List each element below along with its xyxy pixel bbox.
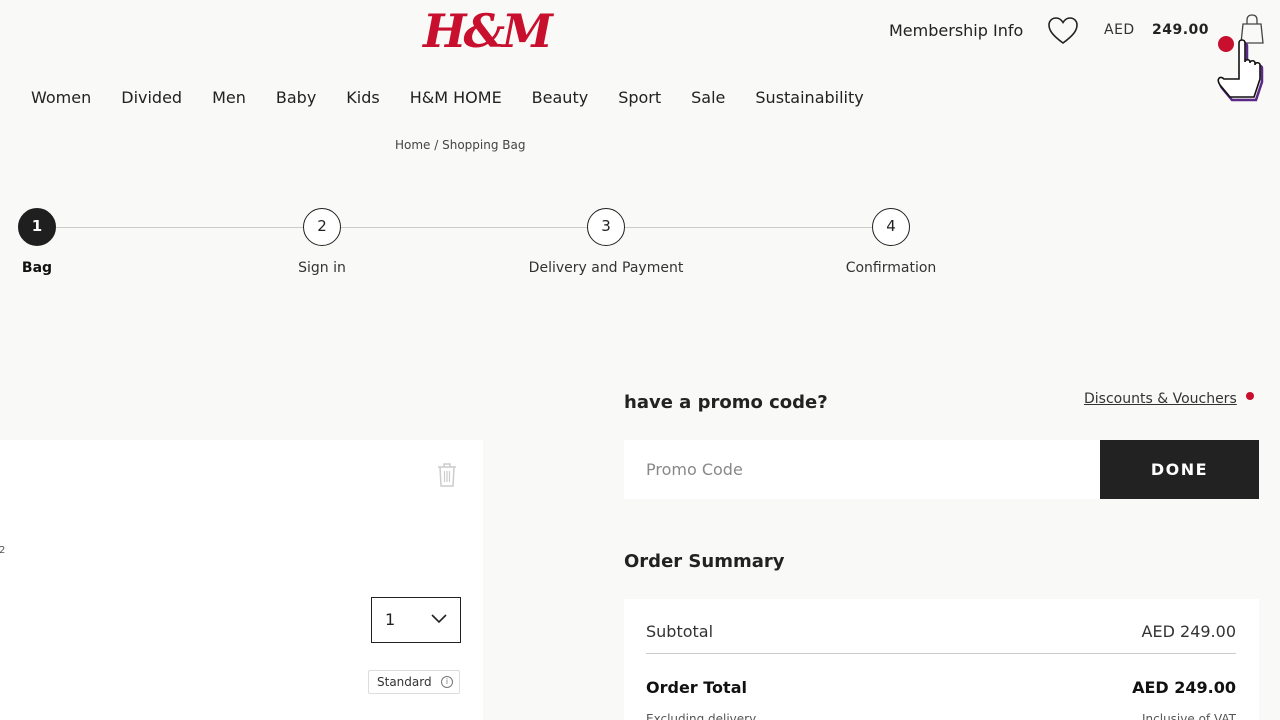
subtotal-value: AED 249.00 (1141, 622, 1236, 641)
step-2-circle: 2 (303, 208, 341, 246)
step-connector (56, 227, 304, 228)
info-icon[interactable]: i (441, 676, 453, 688)
nav-item-divided[interactable]: Divided (121, 87, 182, 109)
breadcrumb-home-link[interactable]: Home (395, 138, 430, 152)
step-1-label: Bag (21, 260, 53, 276)
nav-item-hm-home[interactable]: H&M HOME (410, 87, 502, 109)
step-3-label: Delivery and Payment (528, 260, 684, 276)
nav-item-baby[interactable]: Baby (276, 87, 316, 109)
step-3-circle: 3 (587, 208, 625, 246)
quantity-value: 1 (385, 610, 396, 629)
bag-total-amount: 249.00 (1152, 22, 1210, 38)
breadcrumb-separator: / (430, 138, 443, 152)
promo-code-heading: have a promo code? (624, 392, 828, 413)
step-4-label: Confirmation (845, 260, 937, 276)
breadcrumb-current: Shopping Bag (442, 138, 526, 152)
product-detail-text: 2 (0, 545, 6, 556)
nav-item-sport[interactable]: Sport (618, 87, 661, 109)
done-button[interactable]: DONE (1100, 440, 1259, 499)
notification-dot (1246, 392, 1254, 400)
chevron-down-icon (431, 614, 447, 624)
quantity-select[interactable]: 1 (371, 597, 461, 643)
promo-code-input[interactable] (624, 440, 1100, 499)
trash-icon[interactable] (436, 462, 458, 488)
order-summary-heading: Order Summary (624, 551, 785, 572)
nav-item-sustainability[interactable]: Sustainability (755, 87, 863, 109)
delivery-type-badge: Standard i (368, 670, 460, 694)
order-summary-box (624, 599, 1259, 720)
summary-divider (646, 653, 1236, 654)
step-1-circle: 1 (18, 208, 56, 246)
heart-icon[interactable] (1046, 15, 1080, 47)
order-total-label: Order Total (646, 678, 747, 697)
subtotal-label: Subtotal (646, 622, 714, 641)
main-nav: Women Divided Men Baby Kids H&M HOME Bea… (31, 87, 894, 109)
membership-info-link[interactable]: Membership Info (889, 21, 1023, 41)
step-2-label: Sign in (298, 260, 346, 276)
step-4-circle: 4 (872, 208, 910, 246)
hm-logo[interactable]: H&M (423, 4, 553, 58)
nav-item-kids[interactable]: Kids (346, 87, 379, 109)
step-connector (340, 227, 588, 228)
nav-item-beauty[interactable]: Beauty (532, 87, 589, 109)
breadcrumb: Home / Shopping Bag (395, 137, 525, 153)
nav-item-women[interactable]: Women (31, 87, 91, 109)
currency-label: AED (1104, 22, 1135, 38)
step-connector (625, 227, 873, 228)
excluding-delivery-note: Excluding delivery (646, 712, 757, 720)
hand-pointer-cursor-icon (1217, 39, 1264, 102)
nav-item-sale[interactable]: Sale (691, 87, 725, 109)
delivery-type-label: Standard (377, 675, 432, 689)
summary-notes-row: Excluding delivery Inclusive of VAT (646, 712, 1236, 720)
inclusive-vat-note: Inclusive of VAT (1142, 712, 1236, 720)
order-total-value: AED 249.00 (1132, 678, 1236, 697)
order-total-row: Order Total AED 249.00 (646, 678, 1236, 698)
nav-item-men[interactable]: Men (212, 87, 246, 109)
discounts-vouchers-link[interactable]: Discounts & Vouchers (1084, 390, 1237, 408)
subtotal-row: Subtotal AED 249.00 (646, 622, 1236, 642)
